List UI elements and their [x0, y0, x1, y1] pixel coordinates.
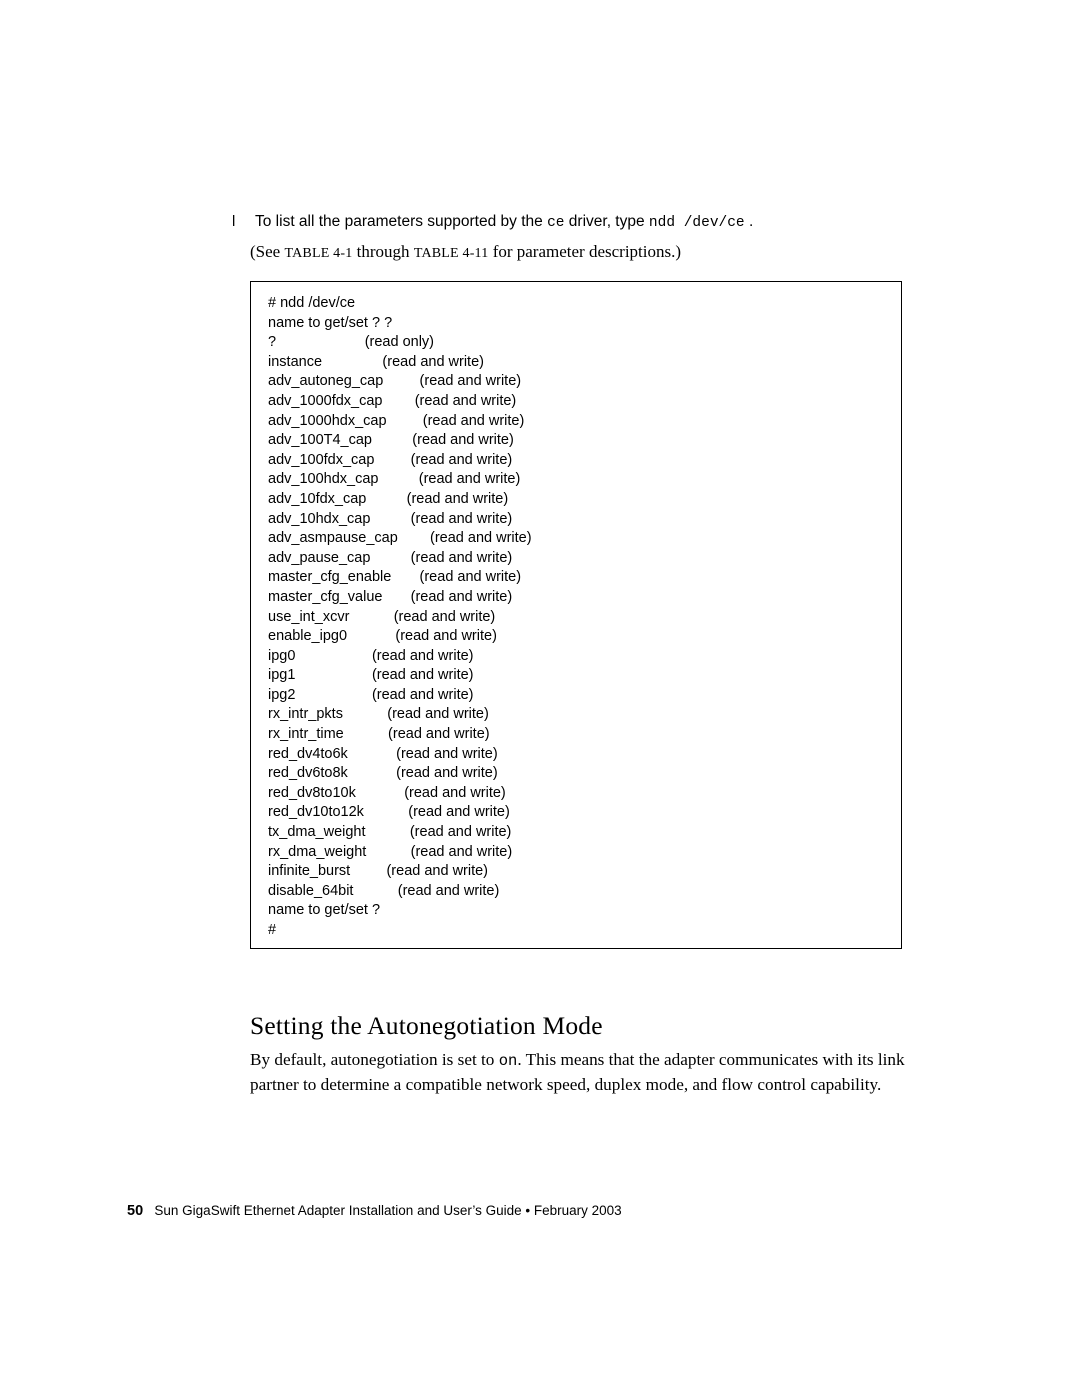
code-line: red_dv6to8k (read and write) — [268, 765, 498, 782]
code-line: adv_10hdx_cap (read and write) — [268, 510, 513, 527]
page-footer: 50 Sun GigaSwift Ethernet Adapter Instal… — [127, 1203, 622, 1219]
paragraph-mono-value: on — [498, 1052, 518, 1070]
footer-title: Sun GigaSwift Ethernet Adapter Installat… — [154, 1203, 622, 1218]
code-line: adv_pause_cap (read and write) — [268, 549, 513, 566]
code-line: name to get/set ? — [268, 902, 381, 919]
code-line: enable_ipg0 (read and write) — [268, 628, 497, 645]
code-line: master_cfg_value (read and write) — [268, 588, 513, 605]
code-line: ipg2 (read and write) — [268, 686, 474, 703]
step-text-mid: driver, type — [564, 213, 649, 230]
code-line: adv_1000hdx_cap (read and write) — [268, 412, 525, 429]
code-line: red_dv10to12k (read and write) — [268, 804, 510, 821]
code-output-content: # ndd /dev/ce name to get/set ? ? ? (read … — [268, 294, 532, 941]
code-line: instance (read and write) — [268, 353, 484, 370]
code-line: red_dv4to6k (read and write) — [268, 745, 498, 762]
code-line: tx_dma_weight (read and write) — [268, 824, 512, 841]
page-title: Setting the Autonegotiation Mode — [250, 1011, 603, 1041]
code-line: ipg1 (read and write) — [268, 667, 474, 684]
body-paragraph: By default, autonegotiation is set to on… — [250, 1048, 910, 1097]
code-line: # ndd /dev/ce — [268, 295, 356, 311]
footer-page-number: 50 — [127, 1203, 144, 1219]
table-ref-second: TABLE 4-11 — [413, 246, 489, 261]
table-ref-first: TABLE 4-1 — [284, 246, 353, 261]
code-line: ? (read only) — [268, 334, 434, 351]
see-prefix: (See — [250, 242, 285, 261]
code-line: infinite_burst (read and write) — [268, 863, 489, 880]
code-line: rx_dma_weight (read and write) — [268, 843, 513, 860]
step-text: To list all the parameters supported by … — [255, 212, 753, 233]
code-output-box: # ndd /dev/ce name to get/set ? ? ? (read … — [250, 281, 902, 949]
code-line: use_int_xcvr (read and write) — [268, 608, 496, 625]
step-mono-command: ndd /dev/ce — [648, 215, 745, 231]
code-line: adv_1000fdx_cap (read and write) — [268, 392, 517, 409]
code-line: adv_100fdx_cap (read and write) — [268, 451, 513, 468]
code-line: disable_64bit (read and write) — [268, 882, 500, 899]
footer-text — [143, 1203, 154, 1218]
see-reference-line: (See TABLE 4-1 through TABLE 4-11 for pa… — [250, 241, 950, 265]
step-text-after: . — [744, 213, 754, 230]
code-line: adv_autoneg_cap (read and write) — [268, 373, 522, 390]
see-suffix: for parameter descriptions.) — [488, 242, 682, 261]
step-bullet: l — [232, 213, 236, 230]
code-line: adv_100hdx_cap (read and write) — [268, 471, 521, 488]
code-line: rx_intr_pkts (read and write) — [268, 706, 489, 723]
paragraph-part-1: By default, autonegotiation is set to — [250, 1050, 499, 1069]
code-line: adv_10fdx_cap (read and write) — [268, 490, 509, 507]
see-mid: through — [352, 242, 414, 261]
code-line: # — [268, 922, 277, 938]
code-line: name to get/set ? ? — [268, 314, 393, 331]
document-page: l To list all the parameters supported b… — [0, 0, 1080, 1397]
code-line: red_dv8to10k (read and write) — [268, 784, 506, 801]
code-line: adv_asmpause_cap (read and write) — [268, 530, 532, 547]
step-text-before: To list all the parameters supported by … — [255, 213, 548, 230]
code-line: master_cfg_enable (read and write) — [268, 569, 522, 586]
step-mono-driver: ce — [547, 215, 565, 231]
code-line: rx_intr_time (read and write) — [268, 726, 490, 743]
code-line: ipg0 (read and write) — [268, 647, 474, 664]
code-line: adv_100T4_cap (read and write) — [268, 432, 514, 449]
